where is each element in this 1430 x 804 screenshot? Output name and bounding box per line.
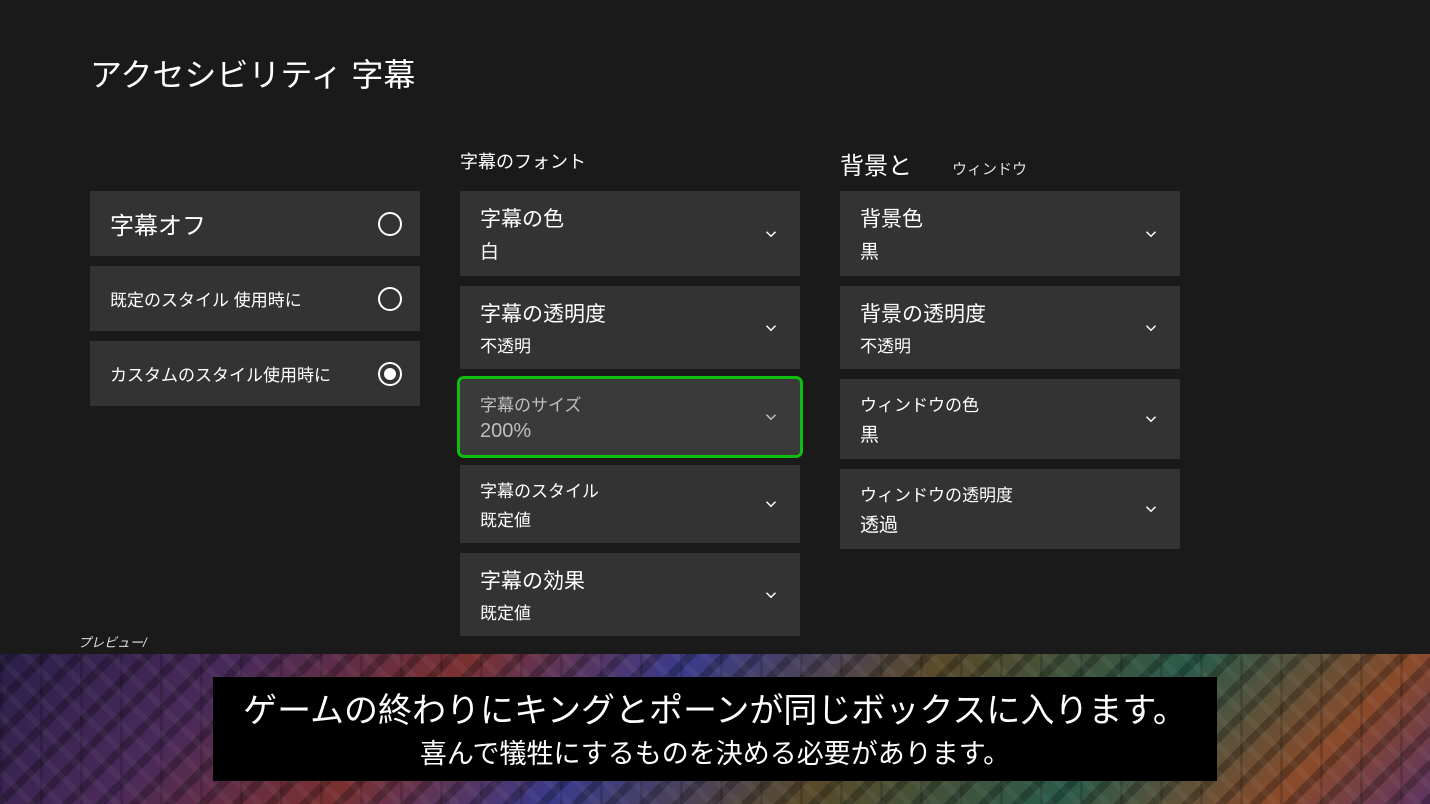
dropdown-caption-style[interactable]: 字幕のスタイル 既定値 bbox=[460, 465, 800, 543]
section-header-part1: 背景と bbox=[840, 146, 912, 181]
caption-mode-group: 字幕オフ 既定のスタイル 使用時に カスタムのスタイル使用時に bbox=[90, 146, 420, 636]
section-header-bg: 背景と ウィンドウ bbox=[840, 146, 1180, 176]
radio-icon bbox=[378, 212, 402, 236]
radio-captions-off[interactable]: 字幕オフ bbox=[90, 191, 420, 256]
preview-label: プレビュー/ bbox=[78, 632, 147, 651]
chevron-down-icon bbox=[1142, 410, 1160, 428]
radio-label: カスタムのスタイル使用時に bbox=[110, 361, 331, 386]
radio-icon bbox=[378, 287, 402, 311]
radio-label: 字幕オフ bbox=[110, 206, 206, 241]
chevron-down-icon bbox=[762, 495, 780, 513]
dropdown-caption-color[interactable]: 字幕の色 白 bbox=[460, 191, 800, 276]
page-title: アクセシビリティ 字幕 bbox=[0, 0, 1430, 96]
dropdown-background-transparency[interactable]: 背景の透明度 不透明 bbox=[840, 286, 1180, 369]
dropdown-value: 白 bbox=[480, 237, 564, 264]
dropdown-value: 透過 bbox=[860, 510, 1013, 537]
bg-dropdown-list: 背景色 黒 背景の透明度 不透明 ウィンドウの色 黒 bbox=[840, 191, 1180, 549]
chevron-down-icon bbox=[762, 225, 780, 243]
chevron-down-icon bbox=[762, 408, 780, 426]
section-header-font: 字幕のフォント bbox=[460, 146, 800, 176]
dropdown-background-color[interactable]: 背景色 黒 bbox=[840, 191, 1180, 276]
dropdown-value: 既定値 bbox=[480, 506, 599, 531]
dropdown-caption-transparency[interactable]: 字幕の透明度 不透明 bbox=[460, 286, 800, 369]
dropdown-label: 背景の透明度 bbox=[860, 298, 986, 328]
radio-icon bbox=[378, 362, 402, 386]
dropdown-value: 不透明 bbox=[860, 332, 986, 357]
chevron-down-icon bbox=[1142, 225, 1160, 243]
dropdown-label: ウィンドウの色 bbox=[860, 391, 979, 416]
dropdown-window-color[interactable]: ウィンドウの色 黒 bbox=[840, 379, 1180, 459]
caption-preview-box: ゲームの終わりにキングとポーンが同じボックスに入ります。 喜んで犠牲にするものを… bbox=[213, 677, 1217, 781]
dropdown-value: 黒 bbox=[860, 420, 979, 447]
dropdown-label: 字幕のサイズ bbox=[480, 391, 582, 416]
dropdown-value: 不透明 bbox=[480, 332, 606, 357]
dropdown-value: 既定値 bbox=[480, 599, 585, 624]
radio-label: 既定のスタイル 使用時に bbox=[110, 286, 302, 311]
caption-preview-area: ゲームの終わりにキングとポーンが同じボックスに入ります。 喜んで犠牲にするものを… bbox=[0, 654, 1430, 804]
caption-preview-line2: 喜んで犠牲にするものを決める必要があります。 bbox=[243, 732, 1187, 771]
chevron-down-icon bbox=[1142, 500, 1160, 518]
dropdown-label: 字幕の色 bbox=[480, 203, 564, 233]
background-window-group: 背景と ウィンドウ 背景色 黒 背景の透明度 不透明 ウィンドウの bbox=[840, 146, 1180, 636]
chevron-down-icon bbox=[762, 586, 780, 604]
radio-custom-style[interactable]: カスタムのスタイル使用時に bbox=[90, 341, 420, 406]
caption-font-group: 字幕のフォント 字幕の色 白 字幕の透明度 不透明 字幕のサイズ 2 bbox=[460, 146, 800, 636]
radio-default-style[interactable]: 既定のスタイル 使用時に bbox=[90, 266, 420, 331]
chevron-down-icon bbox=[1142, 319, 1160, 337]
settings-content: 字幕オフ 既定のスタイル 使用時に カスタムのスタイル使用時に 字幕のフォント … bbox=[0, 96, 1430, 636]
dropdown-window-transparency[interactable]: ウィンドウの透明度 透過 bbox=[840, 469, 1180, 549]
section-header-part2: ウィンドウ bbox=[952, 158, 1027, 179]
dropdown-label: 字幕の透明度 bbox=[480, 298, 606, 328]
dropdown-label: 字幕のスタイル bbox=[480, 477, 599, 502]
dropdown-label: ウィンドウの透明度 bbox=[860, 481, 1013, 506]
caption-preview-line1: ゲームの終わりにキングとポーンが同じボックスに入ります。 bbox=[243, 683, 1187, 732]
dropdown-caption-effect[interactable]: 字幕の効果 既定値 bbox=[460, 553, 800, 636]
dropdown-value: 黒 bbox=[860, 237, 923, 264]
dropdown-value: 200% bbox=[480, 420, 582, 443]
font-dropdown-list: 字幕の色 白 字幕の透明度 不透明 字幕のサイズ 200% bbox=[460, 191, 800, 636]
dropdown-label: 背景色 bbox=[860, 203, 923, 233]
chevron-down-icon bbox=[762, 319, 780, 337]
dropdown-label: 字幕の効果 bbox=[480, 565, 585, 595]
dropdown-caption-size[interactable]: 字幕のサイズ 200% bbox=[460, 379, 800, 455]
